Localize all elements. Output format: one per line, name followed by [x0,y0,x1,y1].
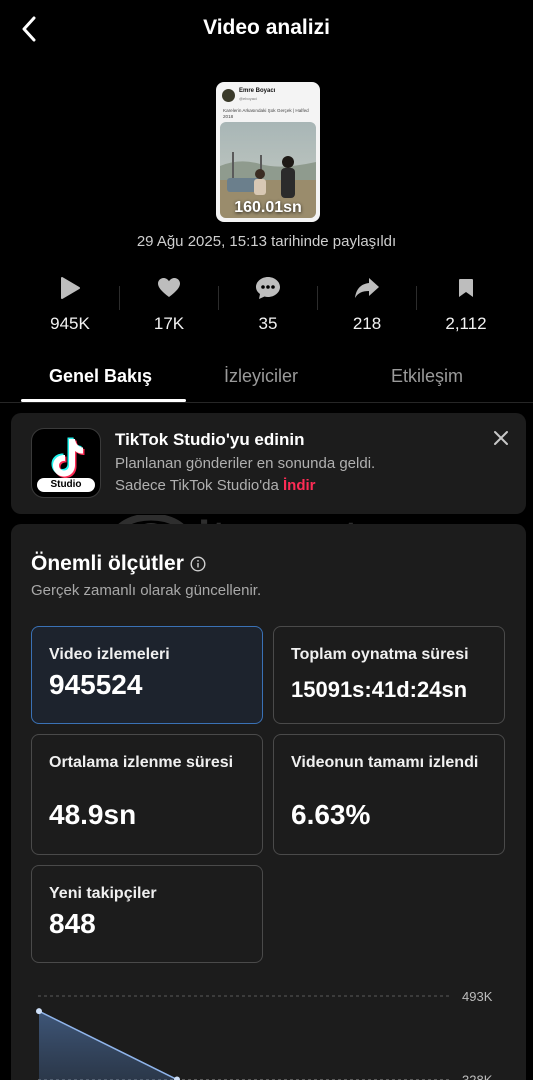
video-duration: 160.01sn [234,199,302,216]
close-button[interactable] [492,429,510,447]
chart-data-point [174,1076,180,1080]
y-tick-label: 328K [462,1073,493,1080]
metrics-title-text: Önemli ölçütler [31,552,184,575]
promo-description: Planlanan gönderiler en sonunda geldi. [115,455,376,472]
download-link[interactable]: İndir [283,477,316,494]
studio-promo-card: Studio TikTok Studio'yu edinin Planlanan… [11,413,526,514]
bookmark-icon [459,279,473,297]
metric-value: 48.9sn [49,799,137,830]
promo-cta-line: Sadece TikTok Studio'da İndir [115,477,315,494]
heart-icon [158,278,180,297]
stat-value: 35 [258,314,278,333]
stat-shares: 218 [317,270,417,334]
thumbnail-post-header: Emre Boyacı @eboyaci Karelerin Arkasında… [220,86,316,120]
thumbnail-author: Emre Boyacı [239,88,276,94]
thumbnail-handle: @eboyaci [239,96,257,101]
info-icon[interactable] [190,556,206,572]
metric-label: Yeni takipçiler [49,885,157,902]
stats-row: 945K 17K 35 218 2,112 [0,270,533,340]
page-title: Video analizi [203,16,330,39]
stat-views: 945K [20,270,120,334]
stat-value: 2,112 [445,314,487,333]
tab-viewers[interactable]: İzleyiciler [224,366,298,387]
thumbnail-caption: Karelerin Arkasındaki Şok Gerçek | Halfe… [223,108,309,119]
avatar [222,89,235,102]
y-tick-label: 493K [462,989,493,1004]
tiktok-studio-logo: Studio [31,428,101,498]
metrics-title: Önemli ölçütler [31,552,206,576]
stat-likes: 17K [119,270,219,334]
metric-value: 848 [49,908,96,939]
close-icon [494,431,508,445]
metric-card-video-views[interactable]: Video izlemeleri 945524 [31,626,263,724]
play-icon [61,277,80,299]
metric-label: Video izlemeleri [49,646,170,663]
metric-label: Videonun tamamı izlendi [291,754,479,771]
active-tab-indicator [21,399,186,402]
metric-card-watched-full-video[interactable]: Videonun tamamı izlendi 6.63% [273,734,505,855]
key-metrics-panel: Önemli ölçütler Gerçek zamanlı olarak gü… [11,524,526,1080]
tab-bar: Genel Bakış İzleyiciler Etkileşim [0,360,533,403]
metric-value: 15091s:41d:24sn [291,677,468,702]
stat-value: 945K [50,314,90,333]
share-icon [355,278,379,298]
comment-icon [256,277,280,299]
metric-value: 945524 [49,669,143,700]
promo-cta-text: Sadece TikTok Studio'da [115,477,279,494]
stat-saves: 2,112 [416,270,516,334]
header: Video analizi [0,0,533,58]
chart-area-fill [39,1011,178,1080]
metric-label: Ortalama izlenme süresi [49,754,234,771]
shared-date: 29 Ağu 2025, 15:13 tarihinde paylaşıldı [136,233,397,250]
promo-title: TikTok Studio'yu edinin [115,430,305,449]
studio-logo-label: Studio [37,478,95,492]
metric-label: Toplam oynatma süresi [291,646,469,663]
stat-comments: 35 [218,270,318,334]
stat-value: 17K [153,314,185,333]
chart-data-point [36,1008,42,1015]
tab-overview[interactable]: Genel Bakış [49,366,152,387]
tab-engagement[interactable]: Etkileşim [391,366,463,387]
stat-value: 218 [352,314,382,333]
views-chart: 493K 328K [36,989,493,1080]
metric-card-new-followers[interactable]: Yeni takipçiler 848 [31,865,263,963]
metric-value: 6.63% [291,799,371,830]
metrics-subtitle: Gerçek zamanlı olarak güncellenir. [31,582,262,599]
metric-card-average-watch-time[interactable]: Ortalama izlenme süresi 48.9sn [31,734,263,855]
video-thumbnail[interactable]: Emre Boyacı @eboyaci Karelerin Arkasında… [216,82,320,222]
metric-card-total-play-time[interactable]: Toplam oynatma süresi 15091s:41d:24sn [273,626,505,724]
